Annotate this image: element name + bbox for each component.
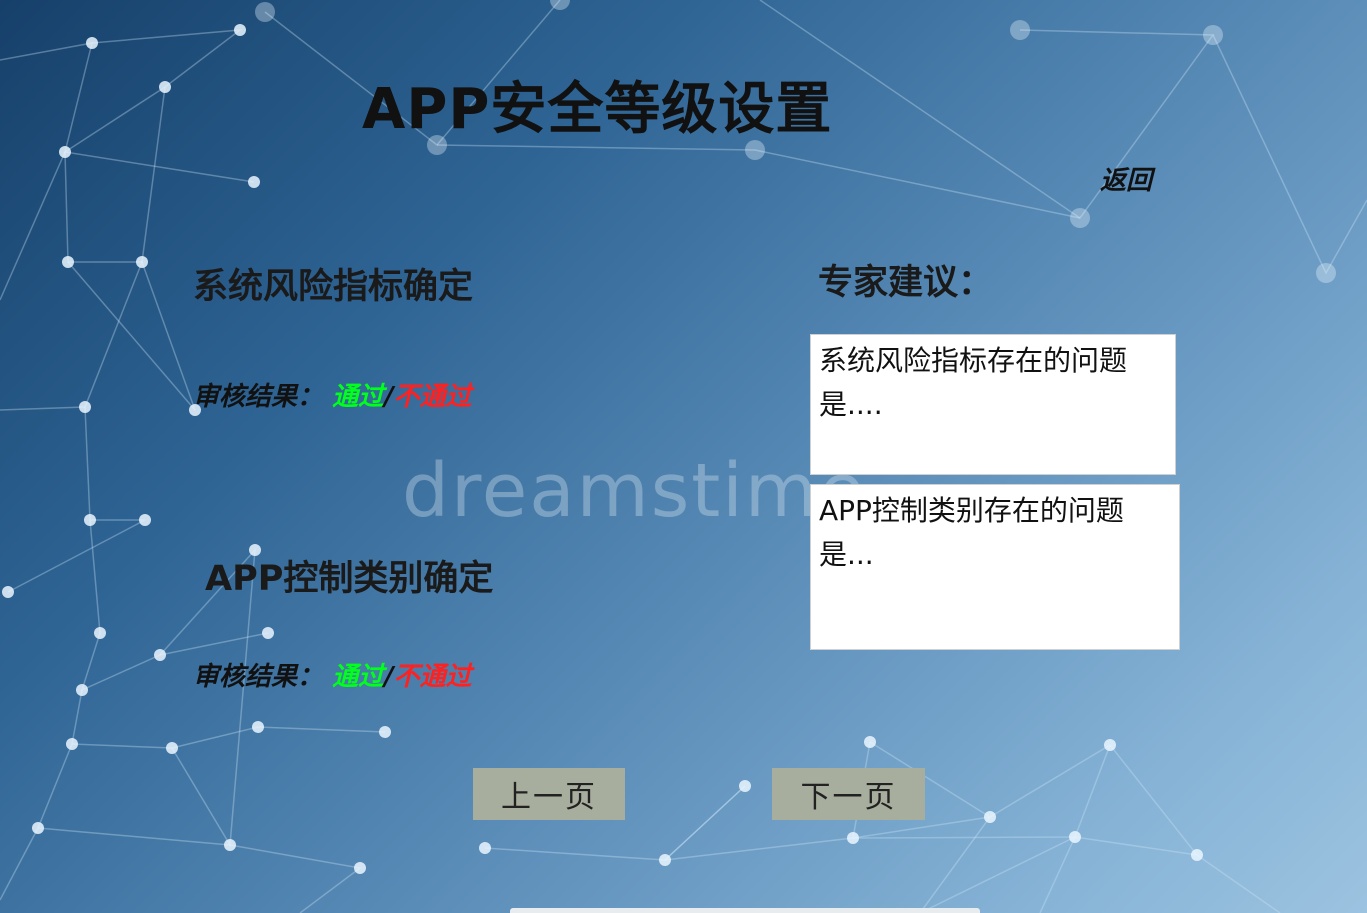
- app-control-advice-textarea[interactable]: APP控制类别存在的问题是...: [810, 484, 1180, 650]
- result-separator: /: [384, 662, 394, 692]
- system-risk-advice-textarea[interactable]: 系统风险指标存在的问题是....: [810, 334, 1176, 475]
- system-risk-heading: 系统风险指标确定: [193, 267, 474, 307]
- watermark: dreamstime: [402, 448, 867, 534]
- system-risk-pass-option[interactable]: 通过: [332, 382, 384, 412]
- prev-page-button[interactable]: 上一页: [473, 768, 625, 820]
- system-risk-fail-option[interactable]: 不通过: [394, 382, 472, 412]
- result-label: 审核结果：: [193, 662, 324, 692]
- back-link[interactable]: 返回: [1100, 160, 1152, 197]
- result-label: 审核结果：: [193, 382, 324, 412]
- page-title: APP安全等级设置: [362, 77, 833, 142]
- app-control-fail-option[interactable]: 不通过: [394, 662, 472, 692]
- next-page-button[interactable]: 下一页: [772, 768, 925, 820]
- system-risk-result: 审核结果： 通过/不通过: [193, 376, 472, 413]
- app-control-pass-option[interactable]: 通过: [332, 662, 384, 692]
- app-control-result: 审核结果： 通过/不通过: [193, 656, 472, 693]
- bottom-scroll-edge: [510, 908, 980, 913]
- expert-advice-heading: 专家建议：: [818, 263, 994, 303]
- result-separator: /: [384, 382, 394, 412]
- app-control-heading: APP控制类别确定: [205, 559, 494, 599]
